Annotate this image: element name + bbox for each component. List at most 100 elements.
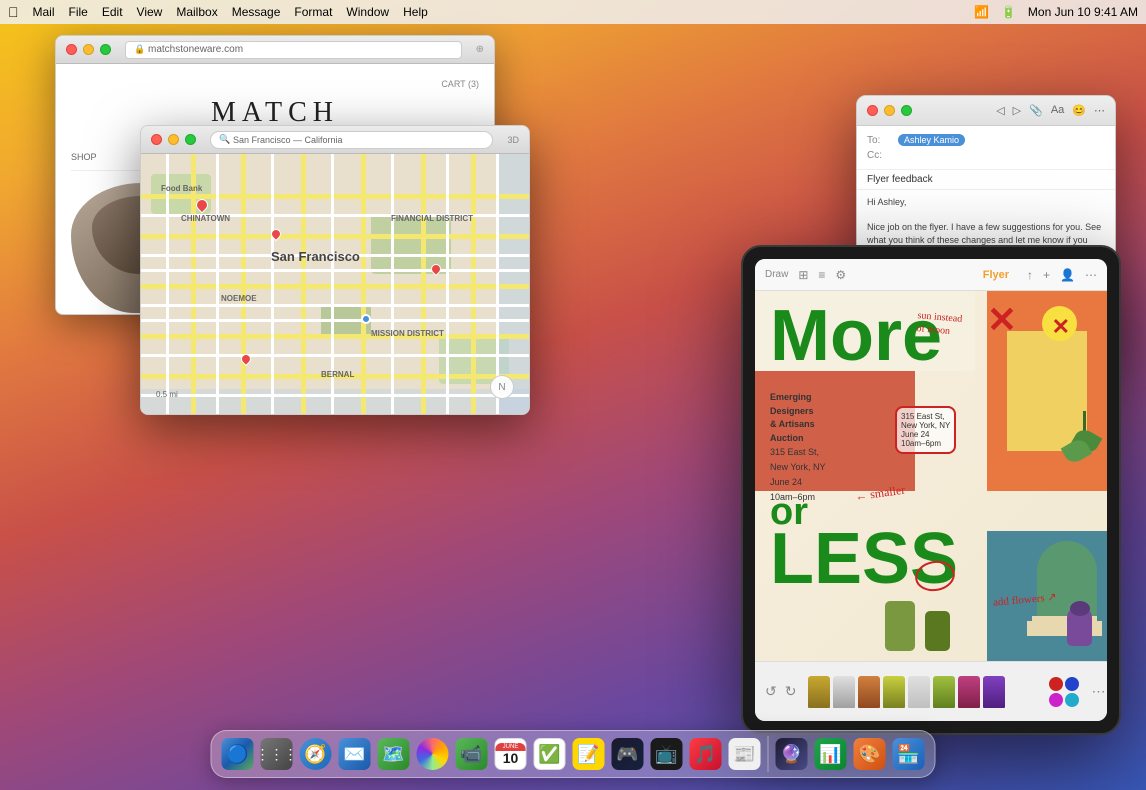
dock-reminders[interactable]: ✅	[532, 736, 568, 772]
maps-close[interactable]	[151, 134, 162, 145]
annotation-x-mail: ✕	[1052, 314, 1070, 340]
dock-finder[interactable]: 🔵	[220, 736, 256, 772]
url-bar[interactable]: 🔒 matchstoneware.com	[125, 41, 462, 59]
url-text: matchstoneware.com	[148, 44, 243, 55]
close-button[interactable]	[66, 44, 77, 55]
neighborhood-5: BERNAL	[321, 370, 354, 379]
maps-3d-button[interactable]: 3D	[507, 135, 519, 145]
dock-notes[interactable]: 📝	[571, 736, 607, 772]
brush-tool[interactable]	[983, 676, 1005, 708]
eraser-tool[interactable]	[908, 676, 930, 708]
mail-subject[interactable]: Flyer feedback	[857, 170, 1115, 190]
menu-edit[interactable]: Edit	[102, 5, 123, 19]
dock-maps[interactable]: 🗺️	[376, 736, 412, 772]
menu-mailbox[interactable]: Mailbox	[176, 5, 217, 19]
mail-maximize[interactable]	[901, 105, 912, 116]
menu-message[interactable]: Message	[232, 5, 281, 19]
ipad-event-info: Emerging Designers & Artisans Auction 31…	[770, 391, 826, 505]
address-circle: 315 East St,New York, NYJune 2410am–6pm	[895, 406, 956, 454]
ipad-share-icon[interactable]: ↑	[1027, 268, 1033, 282]
dock-music[interactable]: 🎵	[688, 736, 724, 772]
annotation-x-ipad: ✕	[987, 299, 1017, 341]
color-teal[interactable]	[1065, 693, 1079, 707]
pen-tool[interactable]	[833, 676, 855, 708]
maximize-button[interactable]	[100, 44, 111, 55]
ipad-more-icon[interactable]: ⋯	[1085, 268, 1097, 282]
redo-icon[interactable]: ↻	[785, 683, 797, 700]
color-purple[interactable]	[1049, 693, 1063, 707]
neighborhood-3: NOEMOE	[221, 294, 257, 303]
dock-arcade[interactable]: 🎮	[610, 736, 646, 772]
plant-right	[1069, 411, 1099, 461]
menu-help[interactable]: Help	[403, 5, 428, 19]
cart-label[interactable]: CART (3)	[441, 79, 479, 89]
ipad-grid-icon[interactable]: ⊞	[798, 268, 808, 282]
dock-news[interactable]: 📰	[727, 736, 763, 772]
datetime-display: Mon Jun 10 9:41 AM	[1028, 5, 1138, 19]
ruler-tool[interactable]	[933, 676, 955, 708]
marker-tool-1[interactable]	[858, 676, 880, 708]
mail-header: To: Ashley Kamio Cc:	[857, 126, 1115, 170]
ipad-people-icon[interactable]: 👤	[1060, 268, 1075, 282]
dock-mail[interactable]: ✉️	[337, 736, 373, 772]
mail-format-icon[interactable]: Aa	[1051, 104, 1064, 117]
dock-photos[interactable]	[415, 736, 451, 772]
menu-view[interactable]: View	[137, 5, 163, 19]
mail-recipient[interactable]: Ashley Kamio	[898, 134, 965, 146]
ipad-settings-icon[interactable]: ⚙	[835, 268, 846, 282]
mail-back-icon[interactable]: ◁	[996, 104, 1004, 117]
neighborhood-6: CHINATOWN	[181, 214, 230, 223]
dock-numbers[interactable]: 📊	[813, 736, 849, 772]
compass[interactable]: N	[490, 375, 514, 399]
browser-controls: ⊕	[476, 44, 484, 55]
dock-appstore[interactable]: 🏪	[891, 736, 927, 772]
mail-emoji-icon[interactable]: 😊	[1072, 104, 1086, 117]
more-colors-icon[interactable]: ⋯	[1091, 683, 1105, 700]
color-cluster	[1049, 677, 1079, 707]
menubar-status: 📶 🔋 Mon Jun 10 9:41 AM	[974, 5, 1138, 19]
dock-safari[interactable]: 🧭	[298, 736, 334, 772]
maps-content: San Francisco N 0.5 mi Food Bank FINANCI…	[141, 154, 529, 414]
battery-icon: 🔋	[1001, 5, 1016, 19]
annotation-sun: sun insteadof moon	[916, 309, 963, 339]
maps-minimize[interactable]	[168, 134, 179, 145]
dock-facetime[interactable]: 📹	[454, 736, 490, 772]
minimize-button[interactable]	[83, 44, 94, 55]
ipad-add-icon[interactable]: +	[1043, 268, 1050, 282]
dock-siri[interactable]: 🔮	[774, 736, 810, 772]
mail-toolbar: ◁ ▷ 📎 Aa 😊 ⋯	[996, 104, 1105, 117]
maps-search-bar[interactable]: 🔍 San Francisco — California	[210, 131, 493, 149]
crayon-tool[interactable]	[958, 676, 980, 708]
undo-icon[interactable]: ↺	[765, 683, 777, 700]
menu-mail[interactable]: Mail	[33, 5, 55, 19]
ipad-list-icon[interactable]: ≡	[818, 268, 825, 282]
dock-divider	[768, 736, 769, 772]
wifi-icon: 📶	[974, 5, 989, 19]
dock-keynote[interactable]: 🎨	[852, 736, 888, 772]
mail-minimize[interactable]	[884, 105, 895, 116]
color-red[interactable]	[1049, 677, 1063, 691]
ipad-flyer-more: More	[770, 306, 942, 367]
dock-appletv[interactable]: 📺	[649, 736, 685, 772]
menu-file[interactable]: File	[69, 5, 88, 19]
mail-more-icon[interactable]: ⋯	[1094, 104, 1105, 117]
menu-format[interactable]: Format	[294, 5, 332, 19]
to-label: To:	[867, 135, 892, 146]
mail-cc-field: Cc:	[867, 148, 1105, 163]
maps-titlebar: 🔍 San Francisco — California 3D	[141, 126, 529, 154]
mail-close[interactable]	[867, 105, 878, 116]
mail-send-icon[interactable]: ▷	[1013, 104, 1021, 117]
drawing-tools	[804, 676, 1009, 708]
dock-calendar[interactable]: JUNE 10	[493, 736, 529, 772]
maps-maximize[interactable]	[185, 134, 196, 145]
mail-attach-icon[interactable]: 📎	[1029, 104, 1043, 117]
map-scale: 0.5 mi	[156, 390, 178, 399]
apple-menu[interactable]: 	[8, 4, 19, 20]
menu-window[interactable]: Window	[346, 5, 389, 19]
dock-launchpad[interactable]: ⋮⋮⋮	[259, 736, 295, 772]
neighborhood-2: FINANCIAL DISTRICT	[391, 214, 473, 223]
pencil-tool[interactable]	[808, 676, 830, 708]
marker-tool-2[interactable]	[883, 676, 905, 708]
color-dark-blue[interactable]	[1065, 677, 1079, 691]
ipad-draw-label: Draw	[765, 269, 788, 280]
